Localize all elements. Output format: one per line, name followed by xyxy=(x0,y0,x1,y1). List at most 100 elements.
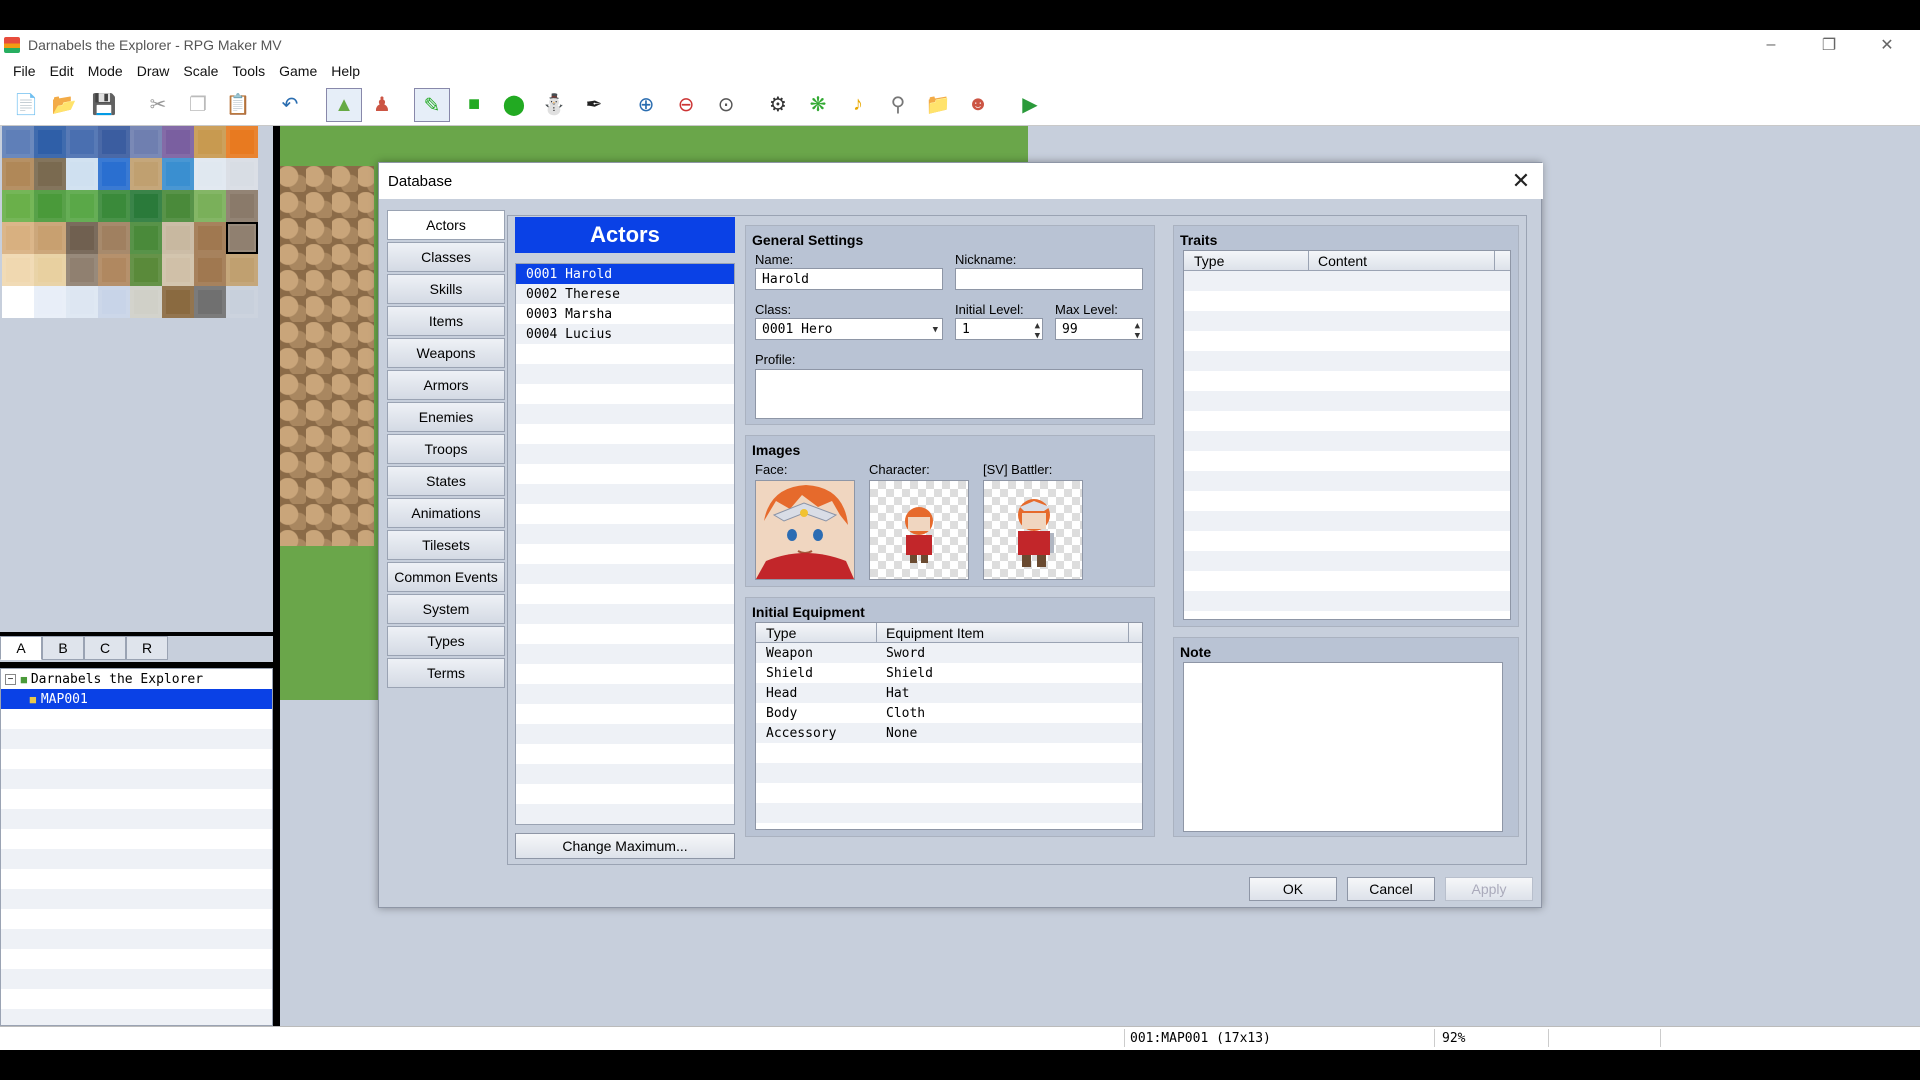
category-animations[interactable]: Animations xyxy=(387,498,505,528)
tile-swatch[interactable] xyxy=(226,254,258,286)
actual-size-icon[interactable]: ⊙ xyxy=(712,90,740,118)
cancel-button[interactable]: Cancel xyxy=(1347,877,1435,901)
tile-swatch[interactable] xyxy=(98,126,130,158)
map-mode-icon[interactable]: ▲ xyxy=(326,88,362,122)
map-tree-map[interactable]: ■ MAP001 xyxy=(1,689,272,709)
paste-icon[interactable]: 📋 xyxy=(224,90,252,118)
zoom-in-icon[interactable]: ⊕ xyxy=(632,90,660,118)
minimize-icon[interactable]: – xyxy=(1742,30,1800,60)
zoom-out-icon[interactable]: ⊖ xyxy=(672,90,700,118)
tile-swatch[interactable] xyxy=(2,158,34,190)
restore-icon[interactable]: ❐ xyxy=(1800,30,1858,60)
face-image[interactable] xyxy=(755,480,855,580)
tile-tab-a[interactable]: A xyxy=(0,636,42,660)
tile-swatch[interactable] xyxy=(130,190,162,222)
list-item[interactable]: 0001 Harold xyxy=(516,264,734,284)
category-actors[interactable]: Actors xyxy=(387,210,505,240)
sound-test-icon[interactable]: ♪ xyxy=(844,90,872,118)
tile-swatch[interactable] xyxy=(162,126,194,158)
menu-tools[interactable]: Tools xyxy=(225,63,272,79)
tile-swatch[interactable] xyxy=(66,286,98,318)
tile-swatch[interactable] xyxy=(2,190,34,222)
event-mode-icon[interactable]: ♟ xyxy=(368,90,396,118)
tile-tab-c[interactable]: C xyxy=(84,636,126,660)
apply-button[interactable]: Apply xyxy=(1445,877,1533,901)
resource-manager-icon[interactable]: 📁 xyxy=(924,90,952,118)
category-system[interactable]: System xyxy=(387,594,505,624)
tile-swatch[interactable] xyxy=(34,190,66,222)
tile-swatch[interactable] xyxy=(34,286,66,318)
profile-field[interactable] xyxy=(755,369,1143,419)
menu-game[interactable]: Game xyxy=(272,63,324,79)
sv-battler-image[interactable] xyxy=(983,480,1083,580)
tile-swatch[interactable] xyxy=(226,158,258,190)
menu-mode[interactable]: Mode xyxy=(81,63,130,79)
tile-swatch[interactable] xyxy=(98,286,130,318)
tile-swatch[interactable] xyxy=(34,254,66,286)
category-classes[interactable]: Classes xyxy=(387,242,505,272)
pencil-icon[interactable]: ✎ xyxy=(414,88,450,122)
tile-swatch[interactable] xyxy=(162,158,194,190)
table-row[interactable]: Head Hat xyxy=(756,683,1142,703)
category-armors[interactable]: Armors xyxy=(387,370,505,400)
tile-tab-r[interactable]: R xyxy=(126,636,168,660)
change-maximum-button[interactable]: Change Maximum... xyxy=(515,833,735,859)
tile-swatch[interactable] xyxy=(34,126,66,158)
category-tilesets[interactable]: Tilesets xyxy=(387,530,505,560)
category-terms[interactable]: Terms xyxy=(387,658,505,688)
tile-swatch[interactable] xyxy=(226,286,258,318)
character-generator-icon[interactable]: ☻ xyxy=(964,90,992,118)
initial-level-stepper[interactable]: 1 ▲ ▼ xyxy=(955,318,1043,341)
menu-file[interactable]: File xyxy=(6,63,43,79)
max-level-stepper[interactable]: 99 ▲ ▼ xyxy=(1055,318,1143,341)
open-project-icon[interactable]: 📂 xyxy=(50,90,78,118)
class-dropdown[interactable]: 0001 Hero ▼ xyxy=(755,318,943,340)
menu-scale[interactable]: Scale xyxy=(176,63,225,79)
menu-draw[interactable]: Draw xyxy=(130,63,177,79)
tile-swatch[interactable] xyxy=(66,222,98,254)
rectangle-icon[interactable]: ■ xyxy=(460,90,488,118)
list-item[interactable]: 0002 Therese xyxy=(516,284,734,304)
category-items[interactable]: Items xyxy=(387,306,505,336)
tile-swatch[interactable] xyxy=(2,286,34,318)
close-icon[interactable]: ✕ xyxy=(1507,167,1535,195)
tile-swatch[interactable] xyxy=(194,286,226,318)
tile-swatch[interactable] xyxy=(162,190,194,222)
tile-swatch[interactable] xyxy=(98,158,130,190)
category-enemies[interactable]: Enemies xyxy=(387,402,505,432)
spin-arrows-icon[interactable]: ▲ ▼ xyxy=(1035,321,1040,341)
traits-table[interactable]: Type Content xyxy=(1183,250,1511,620)
tile-palette[interactable] xyxy=(2,126,258,318)
database-icon[interactable]: ⚙ xyxy=(764,90,792,118)
collapse-icon[interactable]: − xyxy=(5,673,16,685)
table-row[interactable]: Body Cloth xyxy=(756,703,1142,723)
tile-swatch[interactable] xyxy=(66,126,98,158)
table-row[interactable]: Shield Shield xyxy=(756,663,1142,683)
tile-swatch[interactable] xyxy=(130,254,162,286)
list-item[interactable]: 0004 Lucius xyxy=(516,324,734,344)
plugin-manager-icon[interactable]: ❋ xyxy=(804,90,832,118)
tile-swatch[interactable] xyxy=(226,222,258,254)
tile-swatch[interactable] xyxy=(98,254,130,286)
new-project-icon[interactable]: 📄 xyxy=(12,90,40,118)
shadow-pen-icon[interactable]: ✒ xyxy=(580,90,608,118)
table-row[interactable]: Accessory None xyxy=(756,723,1142,743)
tile-swatch[interactable] xyxy=(130,126,162,158)
tile-swatch[interactable] xyxy=(66,158,98,190)
playtest-icon[interactable]: ▶ xyxy=(1016,90,1044,118)
tile-swatch[interactable] xyxy=(66,190,98,222)
character-image[interactable] xyxy=(869,480,969,580)
category-types[interactable]: Types xyxy=(387,626,505,656)
close-window-icon[interactable]: ✕ xyxy=(1858,30,1916,60)
tile-swatch[interactable] xyxy=(2,254,34,286)
tile-swatch[interactable] xyxy=(98,222,130,254)
name-field[interactable]: Harold xyxy=(755,268,943,290)
cut-icon[interactable]: ✂ xyxy=(144,90,172,118)
ok-button[interactable]: OK xyxy=(1249,877,1337,901)
save-project-icon[interactable]: 💾 xyxy=(90,90,118,118)
tile-swatch[interactable] xyxy=(130,158,162,190)
category-skills[interactable]: Skills xyxy=(387,274,505,304)
tile-swatch[interactable] xyxy=(2,126,34,158)
tile-swatch[interactable] xyxy=(162,222,194,254)
tile-swatch[interactable] xyxy=(194,158,226,190)
